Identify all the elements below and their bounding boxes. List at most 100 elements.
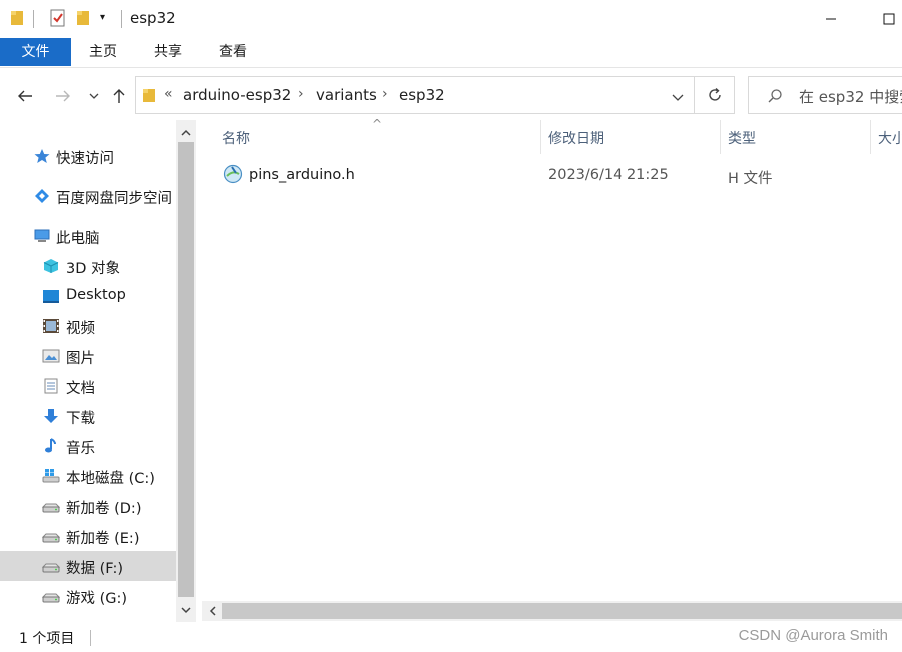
address-bar[interactable]: « arduino-esp32 › variants › esp32 bbox=[135, 76, 695, 114]
scroll-thumb[interactable] bbox=[222, 603, 902, 619]
search-input[interactable]: 在 esp32 中搜索 bbox=[799, 86, 902, 107]
breadcrumb-separator[interactable]: › bbox=[298, 86, 304, 102]
column-divider[interactable] bbox=[540, 120, 541, 154]
drive-icon bbox=[41, 528, 61, 544]
file-name[interactable]: pins_arduino.h bbox=[249, 167, 355, 183]
sort-ascending-icon: ^ bbox=[372, 117, 383, 131]
nav-item-this-pc[interactable]: 此电脑 bbox=[0, 221, 176, 251]
nav-item-label: 3D 对象 bbox=[66, 261, 120, 277]
nav-item-label: 游戏 (G:) bbox=[66, 591, 128, 607]
music-icon bbox=[42, 438, 60, 454]
back-button[interactable] bbox=[13, 84, 37, 108]
maximize-button[interactable] bbox=[866, 0, 902, 38]
title-bar: ▾ esp32 bbox=[0, 0, 902, 38]
chevron-up-icon bbox=[181, 129, 191, 136]
nav-item-label: 百度网盘同步空间 bbox=[56, 191, 172, 207]
3d-objects-icon bbox=[42, 258, 60, 274]
nav-item-label: Desktop bbox=[66, 287, 126, 303]
nav-item-label: 视频 bbox=[66, 321, 95, 337]
nav-item-drive-d[interactable]: 新加卷 (D:) bbox=[0, 491, 176, 521]
download-icon bbox=[42, 408, 60, 424]
breadcrumb-esp32[interactable]: esp32 bbox=[399, 86, 445, 104]
column-header-type[interactable]: 类型 bbox=[728, 128, 756, 148]
title-separator bbox=[121, 10, 122, 28]
chevron-down-icon bbox=[672, 94, 684, 101]
file-modified: 2023/6/14 21:25 bbox=[548, 167, 669, 183]
file-type: H 文件 bbox=[728, 171, 773, 187]
column-divider[interactable] bbox=[870, 120, 871, 154]
address-row: « arduino-esp32 › variants › esp32 在 esp… bbox=[0, 70, 902, 120]
window-title: esp32 bbox=[130, 9, 176, 27]
nav-item-drive-g[interactable]: 游戏 (G:) bbox=[0, 581, 176, 611]
scroll-thumb[interactable] bbox=[178, 142, 194, 597]
drive-icon bbox=[41, 558, 61, 574]
nav-item-label: 数据 (F:) bbox=[66, 561, 124, 577]
ribbon-tabs: 文件 主页 共享 查看 bbox=[0, 38, 902, 68]
nav-item-music[interactable]: 音乐 bbox=[0, 431, 176, 461]
search-box[interactable]: 在 esp32 中搜索 bbox=[748, 76, 902, 114]
watermark: CSDN @Aurora Smith bbox=[738, 627, 888, 644]
navigation-pane: 快速访问 百度网盘同步空间 此电脑 3D 对象 Desktop 视频 图片 文档… bbox=[0, 120, 196, 622]
folder-icon bbox=[142, 87, 156, 108]
baidu-netdisk-icon bbox=[33, 188, 51, 204]
video-icon bbox=[42, 318, 60, 334]
computer-icon bbox=[33, 228, 51, 244]
column-header-name[interactable]: 名称 bbox=[222, 128, 250, 148]
forward-button[interactable] bbox=[51, 84, 75, 108]
nav-item-label: 音乐 bbox=[66, 441, 95, 457]
up-button[interactable] bbox=[107, 84, 131, 108]
breadcrumb-arduino-esp32[interactable]: arduino-esp32 bbox=[183, 86, 291, 104]
tab-view[interactable]: 查看 bbox=[209, 38, 257, 66]
nav-item-baidu-netdisk[interactable]: 百度网盘同步空间 bbox=[0, 181, 176, 211]
column-header-size[interactable]: 大小 bbox=[878, 128, 902, 148]
tab-file[interactable]: 文件 bbox=[0, 38, 71, 66]
status-bar: 1 个项目 CSDN @Aurora Smith bbox=[0, 622, 902, 652]
nav-item-label: 快速访问 bbox=[56, 151, 114, 167]
header-file-icon bbox=[223, 164, 243, 188]
nav-item-drive-f[interactable]: 数据 (F:) bbox=[0, 551, 176, 581]
file-list-pane: ^ 名称 修改日期 类型 大小 pins_arduino.h 2023/6/14… bbox=[196, 117, 902, 622]
scroll-down-button[interactable] bbox=[176, 600, 196, 620]
nav-item-label: 新加卷 (D:) bbox=[66, 501, 142, 517]
maximize-icon bbox=[883, 13, 895, 25]
up-arrow-icon bbox=[113, 89, 125, 103]
tab-home[interactable]: 主页 bbox=[79, 38, 127, 66]
breadcrumb-variants[interactable]: variants bbox=[316, 86, 377, 104]
column-divider[interactable] bbox=[720, 120, 721, 154]
nav-item-label: 文档 bbox=[66, 381, 95, 397]
chevron-down-icon bbox=[89, 93, 99, 99]
nav-item-drive-e[interactable]: 新加卷 (E:) bbox=[0, 521, 176, 551]
nav-item-videos[interactable]: 视频 bbox=[0, 311, 176, 341]
nav-item-documents[interactable]: 文档 bbox=[0, 371, 176, 401]
recent-locations-button[interactable] bbox=[82, 84, 106, 108]
column-header-modified[interactable]: 修改日期 bbox=[548, 128, 604, 148]
nav-item-label: 图片 bbox=[66, 351, 95, 367]
file-horizontal-scrollbar[interactable] bbox=[202, 601, 902, 621]
pictures-icon bbox=[42, 348, 60, 364]
nav-vertical-scrollbar[interactable] bbox=[176, 120, 196, 622]
minimize-button[interactable] bbox=[808, 0, 854, 38]
breadcrumb-separator[interactable]: › bbox=[382, 86, 388, 102]
windows-drive-icon bbox=[42, 468, 60, 484]
scroll-up-button[interactable] bbox=[176, 122, 196, 142]
scroll-left-button[interactable] bbox=[202, 601, 222, 621]
nav-item-label: 下载 bbox=[66, 411, 95, 427]
quick-access-dropdown-icon[interactable]: ▾ bbox=[100, 12, 105, 23]
nav-item-desktop[interactable]: Desktop bbox=[0, 281, 176, 311]
refresh-button[interactable] bbox=[695, 76, 735, 114]
search-icon bbox=[767, 88, 783, 108]
back-arrow-icon bbox=[18, 90, 32, 102]
new-folder-icon[interactable] bbox=[76, 9, 90, 31]
nav-item-3d-objects[interactable]: 3D 对象 bbox=[0, 251, 176, 281]
tab-share[interactable]: 共享 bbox=[144, 38, 192, 66]
forward-arrow-icon bbox=[56, 90, 70, 102]
nav-item-downloads[interactable]: 下载 bbox=[0, 401, 176, 431]
properties-icon[interactable] bbox=[49, 9, 67, 31]
nav-item-pictures[interactable]: 图片 bbox=[0, 341, 176, 371]
address-dropdown-button[interactable] bbox=[672, 89, 684, 105]
title-separator bbox=[33, 10, 34, 28]
breadcrumb-overflow[interactable]: « bbox=[164, 86, 173, 102]
status-separator bbox=[90, 630, 91, 646]
nav-item-drive-c[interactable]: 本地磁盘 (C:) bbox=[0, 461, 176, 491]
nav-item-quick-access[interactable]: 快速访问 bbox=[0, 141, 176, 171]
